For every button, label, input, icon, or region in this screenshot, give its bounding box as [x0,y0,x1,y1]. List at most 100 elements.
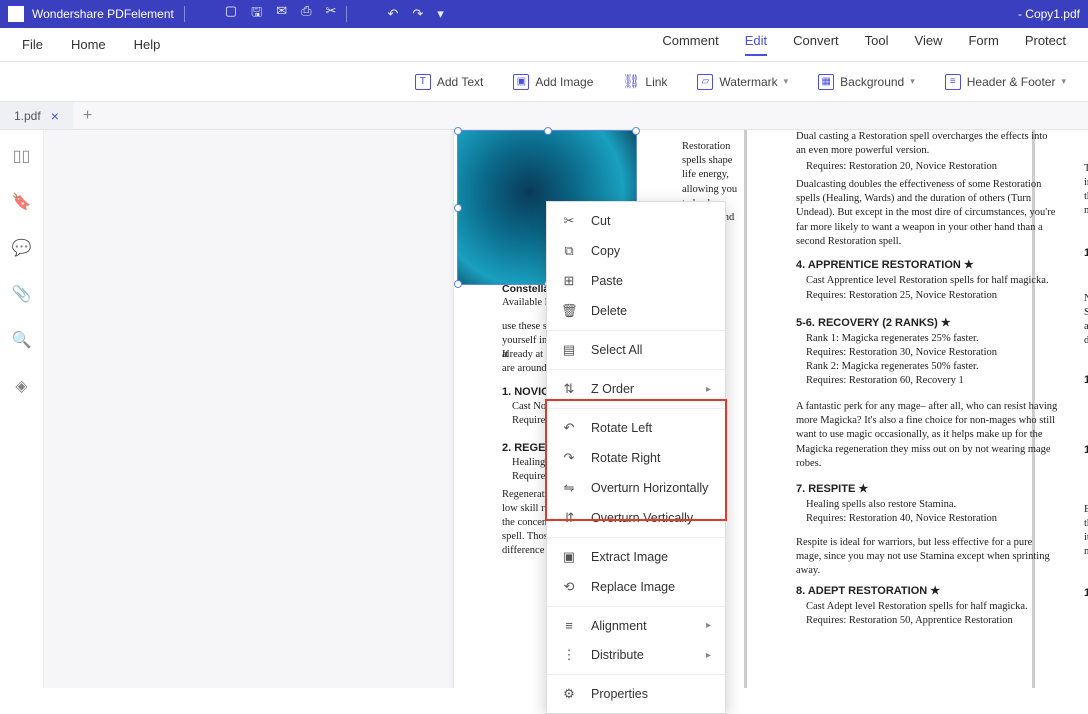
doc-text: Necromage [1084,292,1088,306]
chevron-right-icon: ▸ [706,650,711,661]
doc-heading: 10. NECRO [1084,247,1088,259]
cut-icon: ✂ [561,213,577,229]
distribute-icon: ⋮ [561,647,577,663]
doc-heading: 11. EXPER [1084,374,1088,386]
mail-icon[interactable]: ✉ [276,3,287,25]
doc-text: Requires: Restoration 25, Novice Restora… [806,289,1056,303]
doc-heading: 12. AVOID [1084,444,1088,456]
print-icon[interactable]: ⎙ [301,3,311,25]
doc-text: are 25% str [1084,320,1088,334]
menu-file[interactable]: File [22,37,43,52]
doc-text: the addition [1084,190,1088,204]
app-title: Wondershare PDFelement [32,7,174,21]
ctx-paste[interactable]: ⊞Paste [547,266,725,296]
folder-icon[interactable]: ▢ [225,3,237,25]
doc-text: Cast Apprentice level Restoration spells… [806,274,1056,288]
doc-text: Respite is ideal for warriors, but less … [796,536,1056,579]
cut-icon[interactable]: ✂ [326,3,337,25]
doc-text: Cast Adept level Restoration spells for … [806,600,1056,614]
tab-label: 1.pdf [14,109,41,123]
resize-handle[interactable] [544,127,552,135]
tool-header-footer[interactable]: ≡Header & Footer▾ [945,74,1066,90]
ctx-rotate-right[interactable]: ↷Rotate Right [547,443,725,473]
tool-add-image[interactable]: ▣Add Image [513,74,593,90]
save-icon[interactable]: 🖫 [251,3,262,25]
replace-icon: ⟲ [561,579,577,595]
doc-text: it most. The [1084,531,1088,545]
flip-v-icon: ⇵ [561,510,577,526]
doc-text: Rank 2: Magicka regenerates 50% faster. [806,360,1056,374]
resize-handle[interactable] [454,127,462,135]
menu-home[interactable]: Home [71,37,106,52]
undo-icon[interactable]: ↶ [387,6,398,22]
doc-heading: 7. RESPITE ★ [796,483,868,495]
menu-help[interactable]: Help [134,37,161,52]
doc-text: Requires: Restoration 20, Novice Restora… [806,160,1056,174]
ctx-distribute[interactable]: ⋮Distribute▸ [547,640,725,670]
menu-tool[interactable]: Tool [865,33,889,56]
menu-convert[interactable]: Convert [793,33,839,56]
search-icon[interactable]: 🔍 [12,330,32,350]
background-icon: ▦ [818,74,834,90]
delete-icon: 🗑 [561,303,577,319]
menu-form[interactable]: Form [968,33,998,56]
doc-text: maintain th [1084,204,1088,218]
file-name: - Copy1.pdf [1018,7,1080,21]
resize-handle[interactable] [454,280,462,288]
layers-icon[interactable]: ◈ [15,376,27,396]
ctx-flip-horizontal[interactable]: ⇋Overturn Horizontally [547,473,725,503]
doc-text: Requires: Restoration 50, Apprentice Res… [806,614,1056,628]
tool-link[interactable]: ⛓Link [623,74,667,90]
redo-icon[interactable]: ↷ [412,6,423,22]
ctx-select-all[interactable]: ▤Select All [547,335,725,365]
doc-heading: 8. ADEPT RESTORATION ★ [796,585,940,597]
doc-text: incoming sp [1084,176,1088,190]
attachment-icon[interactable]: 📎 [12,284,32,304]
ctx-alignment[interactable]: ≡Alignment▸ [547,611,725,640]
menu-view[interactable]: View [915,33,943,56]
document-tab[interactable]: 1.pdf × [0,102,73,129]
thumbnails-icon[interactable]: ▯▯ [13,146,31,166]
ctx-delete[interactable]: 🗑Delete [547,296,725,326]
doc-text: Dualcasting doubles the effectiveness of… [796,178,1061,249]
resize-handle[interactable] [632,127,640,135]
bookmark-icon[interactable]: 🔖 [12,192,32,212]
align-icon: ≡ [561,618,577,633]
text-icon: T [415,74,431,90]
doc-text: Requires: Restoration 60, Recovery 1 [806,374,1056,388]
doc-text: This perk al [1084,162,1088,176]
doc-heading: 4. APPRENTICE RESTORATION ★ [796,259,974,271]
ctx-flip-vertical[interactable]: ⇵Overturn Vertically [547,503,725,533]
ctx-rotate-left[interactable]: ↶Rotate Left [547,413,725,443]
new-tab-button[interactable]: + [73,107,102,125]
flip-h-icon: ⇋ [561,480,577,496]
close-tab-icon[interactable]: × [51,108,59,124]
menu-edit[interactable]: Edit [745,33,767,56]
doc-text: that automa [1084,517,1088,531]
ctx-zorder[interactable]: ⇅Z Order▸ [547,374,725,404]
ctx-extract-image[interactable]: ▣Extract Image [547,542,725,572]
properties-icon: ⚙ [561,686,577,702]
comments-icon[interactable]: 💬 [12,238,32,258]
ctx-copy[interactable]: ⧉Copy [547,236,725,266]
ctx-cut[interactable]: ✂Cut [547,206,725,236]
tool-add-text[interactable]: TAdd Text [415,74,483,90]
resize-handle[interactable] [454,204,462,212]
doc-heading: 13. MASTE [1084,587,1088,599]
zorder-icon: ⇅ [561,381,577,397]
more-icon[interactable]: ▾ [437,6,444,22]
doc-text: A fantastic perk for any mage– after all… [796,400,1061,471]
menu-protect[interactable]: Protect [1025,33,1066,56]
ctx-properties[interactable]: ⚙Properties [547,679,725,709]
tool-background[interactable]: ▦Background▾ [818,74,915,90]
ctx-replace-image[interactable]: ⟲Replace Image [547,572,725,602]
doc-text: Healing spells also restore Stamina. [806,498,1056,512]
doc-text: meet it, it's [1084,545,1088,559]
link-icon: ⛓ [623,74,639,90]
chevron-right-icon: ▸ [706,620,711,631]
rotate-left-icon: ↶ [561,420,577,436]
menu-comment[interactable]: Comment [662,33,718,56]
doc-text: Rank 1: Magicka regenerates 25% faster. [806,332,1056,346]
extract-icon: ▣ [561,549,577,565]
tool-watermark[interactable]: ▱Watermark▾ [697,74,788,90]
